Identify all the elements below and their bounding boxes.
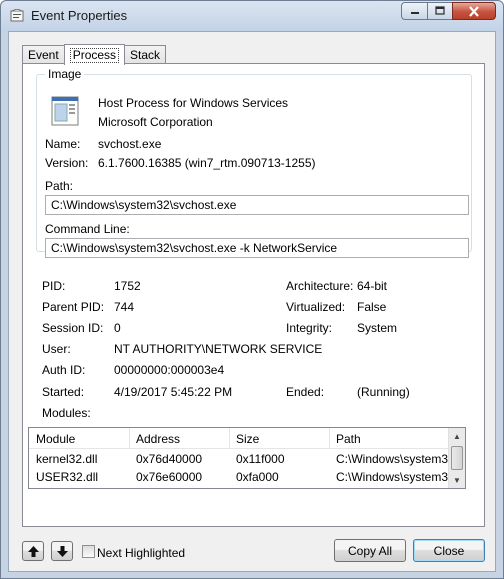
maximize-icon <box>435 6 445 15</box>
image-path-label: Path: <box>45 179 74 193</box>
next-highlighted-label[interactable]: Next Highlighted <box>97 546 185 560</box>
session-id-value: 0 <box>114 321 121 335</box>
maximize-button[interactable] <box>427 2 453 20</box>
dialog-client-area: Event Process Stack Image Host Process f… <box>8 31 496 572</box>
arrow-up-icon <box>27 545 39 557</box>
event-properties-icon <box>10 9 24 22</box>
minimize-button[interactable] <box>401 2 428 20</box>
session-id-label: Session ID: <box>42 321 104 335</box>
module-name-cell: USER32.dll <box>36 470 99 484</box>
modules-scrollbar[interactable]: ▲ ▼ <box>448 428 465 488</box>
minimize-icon <box>410 12 419 14</box>
user-label: User: <box>42 342 71 356</box>
module-size-cell: 0x11f000 <box>236 452 285 466</box>
title-bar[interactable]: Event Properties <box>1 1 503 31</box>
modules-list-header: Module Address Size Path <box>29 428 449 449</box>
auth-id-label: Auth ID: <box>42 363 86 377</box>
virtualized-value: False <box>357 300 387 314</box>
path-field-value: C:\Windows\system32\svchost.exe <box>51 198 237 212</box>
image-group: Image Host Process for Windows Services … <box>36 67 472 258</box>
pid-label: PID: <box>42 279 66 293</box>
module-size-cell: 0xfa000 <box>236 470 279 484</box>
integrity-label: Integrity: <box>286 321 333 335</box>
path-field[interactable]: C:\Windows\system32\svchost.exe <box>45 195 469 215</box>
command-line-field-value: C:\Windows\system32\svchost.exe -k Netwo… <box>51 241 338 255</box>
tab-event[interactable]: Event <box>22 45 65 64</box>
tab-event-label: Event <box>28 48 59 62</box>
module-address-cell: 0x76d40000 <box>136 452 203 466</box>
architecture-value: 64-bit <box>357 279 388 293</box>
scroll-up-button[interactable]: ▲ <box>449 428 465 444</box>
image-version-label: Version: <box>45 156 89 170</box>
integrity-value: System <box>357 321 398 335</box>
command-line-field[interactable]: C:\Windows\system32\svchost.exe -k Netwo… <box>45 238 469 258</box>
scroll-thumb[interactable] <box>451 446 463 470</box>
module-name-cell: kernel32.dll <box>36 452 98 466</box>
image-version-value: 6.1.7600.16385 (win7_rtm.090713-1255) <box>98 156 316 170</box>
caption-buttons <box>401 2 496 20</box>
table-row[interactable]: USER32.dll 0x76e60000 0xfa000 C:\Windows… <box>29 468 449 486</box>
pid-value: 1752 <box>114 279 141 293</box>
close-window-button[interactable] <box>452 2 496 20</box>
modules-label: Modules: <box>42 406 91 420</box>
ended-label: Ended: <box>286 385 325 399</box>
copy-all-button[interactable]: Copy All <box>334 539 406 562</box>
window-title: Event Properties <box>31 8 128 23</box>
tab-process-label: Process <box>69 47 120 63</box>
modules-list[interactable]: Module Address Size Path kernel32.dll 0x… <box>28 427 466 489</box>
previous-event-button[interactable] <box>22 541 44 561</box>
tab-stack-label: Stack <box>130 48 161 62</box>
next-highlighted-checkbox[interactable] <box>82 545 95 558</box>
column-separator[interactable] <box>129 428 130 448</box>
column-header-size[interactable]: Size <box>236 432 259 446</box>
table-row[interactable]: kernel32.dll 0x76d40000 0x11f000 C:\Wind… <box>29 450 449 468</box>
auth-id-value: 00000000:000003e4 <box>114 363 225 377</box>
close-icon <box>469 5 479 17</box>
close-label: Close <box>433 543 465 558</box>
column-header-module[interactable]: Module <box>36 432 75 446</box>
column-separator[interactable] <box>229 428 230 448</box>
column-header-path[interactable]: Path <box>336 432 361 446</box>
image-company: Microsoft Corporation <box>98 115 213 129</box>
started-value: 4/19/2017 5:45:22 PM <box>114 385 233 399</box>
user-value: NT AUTHORITY\NETWORK SERVICE <box>114 342 323 356</box>
virtualized-label: Virtualized: <box>286 300 346 314</box>
event-properties-window: Event Properties Event Process Stack Ima… <box>0 0 504 579</box>
column-header-address[interactable]: Address <box>136 432 180 446</box>
tab-strip: Event Process Stack <box>22 44 167 65</box>
parent-pid-label: Parent PID: <box>42 300 105 314</box>
started-label: Started: <box>42 385 85 399</box>
scroll-down-button[interactable]: ▼ <box>449 472 465 488</box>
ended-value: (Running) <box>357 385 410 399</box>
process-image-icon <box>51 96 79 126</box>
tab-stack[interactable]: Stack <box>124 45 167 64</box>
arrow-down-icon <box>56 545 68 557</box>
tab-process[interactable]: Process <box>63 44 126 65</box>
image-description: Host Process for Windows Services <box>98 96 289 110</box>
column-separator[interactable] <box>329 428 330 448</box>
image-name-value: svchost.exe <box>98 137 162 151</box>
module-path-cell: C:\Windows\system32\ <box>336 470 449 484</box>
image-group-label: Image <box>45 67 85 81</box>
parent-pid-value: 744 <box>114 300 135 314</box>
module-path-cell: C:\Windows\system32\ <box>336 452 449 466</box>
triangle-up-icon: ▲ <box>453 431 461 441</box>
copy-all-label: Copy All <box>347 543 393 558</box>
architecture-label: Architecture: <box>286 279 354 293</box>
triangle-down-icon: ▼ <box>453 475 461 485</box>
next-event-button[interactable] <box>51 541 73 561</box>
image-name-label: Name: <box>45 137 81 151</box>
close-button[interactable]: Close <box>413 539 485 562</box>
module-address-cell: 0x76e60000 <box>136 470 203 484</box>
command-line-label: Command Line: <box>45 222 130 236</box>
